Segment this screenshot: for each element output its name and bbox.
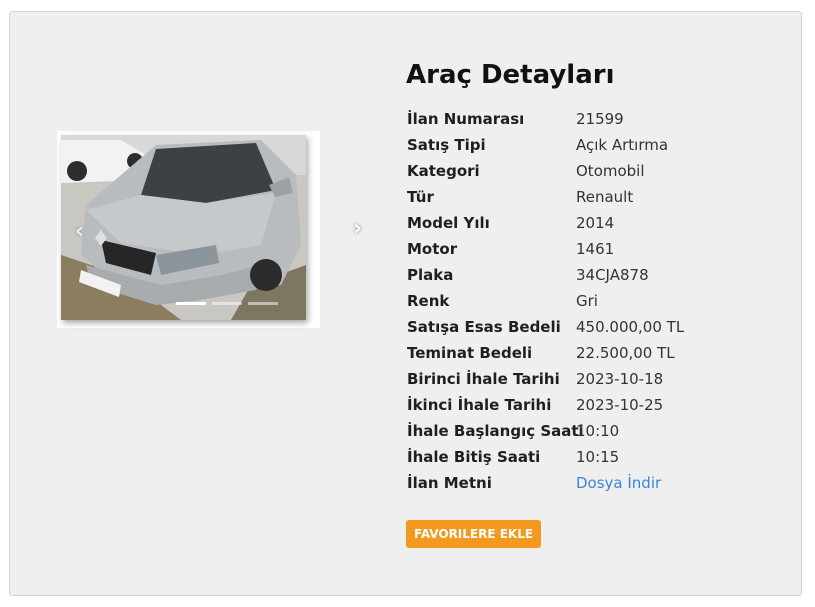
carousel-indicator-3[interactable] bbox=[248, 302, 278, 305]
download-file-link[interactable]: Dosya İndir bbox=[576, 474, 661, 492]
chevron-right-icon[interactable]: › bbox=[353, 218, 362, 240]
vehicle-photo[interactable]: ‹ bbox=[61, 135, 306, 320]
detail-value: 22.500,00 TL bbox=[576, 344, 675, 362]
detail-label: İhale Başlangıç Saati bbox=[407, 422, 584, 440]
detail-label: Tür bbox=[407, 188, 434, 206]
detail-label: Plaka bbox=[407, 266, 454, 284]
detail-label: İkinci İhale Tarihi bbox=[407, 396, 552, 414]
detail-value: Açık Artırma bbox=[576, 136, 669, 154]
detail-value: 21599 bbox=[576, 110, 624, 128]
detail-label: İhale Bitiş Saati bbox=[407, 448, 541, 466]
carousel-indicators bbox=[176, 302, 278, 305]
detail-value: 1461 bbox=[576, 240, 615, 258]
detail-label: Renk bbox=[407, 292, 450, 310]
detail-value: 10:15 bbox=[576, 448, 620, 466]
detail-value: 2014 bbox=[576, 214, 615, 232]
chevron-left-icon[interactable]: ‹ bbox=[75, 221, 84, 243]
detail-value: 10:10 bbox=[576, 422, 620, 440]
carousel-indicator-1[interactable] bbox=[176, 302, 206, 305]
detail-label: Motor bbox=[407, 240, 458, 258]
detail-value: 2023-10-18 bbox=[576, 370, 664, 388]
detail-value: Renault bbox=[576, 188, 634, 206]
detail-value: Gri bbox=[576, 292, 598, 310]
detail-label: İlan Metni bbox=[407, 474, 492, 492]
detail-value: Otomobil bbox=[576, 162, 645, 180]
carousel-indicator-2[interactable] bbox=[212, 302, 242, 305]
detail-value: 2023-10-25 bbox=[576, 396, 664, 414]
detail-label: İlan Numarası bbox=[407, 110, 525, 128]
detail-label: Satış Tipi bbox=[407, 136, 486, 154]
detail-label: Kategori bbox=[407, 162, 480, 180]
detail-label: Teminat Bedeli bbox=[407, 344, 533, 362]
add-to-favorites-button[interactable]: FAVORILERE EKLE bbox=[406, 520, 542, 548]
detail-label: Satışa Esas Bedeli bbox=[407, 318, 561, 336]
detail-value: 450.000,00 TL bbox=[576, 318, 685, 336]
detail-value: 34CJA878 bbox=[576, 266, 649, 284]
page-title: Araç Detayları bbox=[406, 60, 615, 90]
detail-label: Model Yılı bbox=[407, 214, 490, 232]
detail-label: Birinci İhale Tarihi bbox=[407, 370, 560, 388]
vehicle-image-carousel[interactable]: ‹ bbox=[57, 131, 320, 328]
